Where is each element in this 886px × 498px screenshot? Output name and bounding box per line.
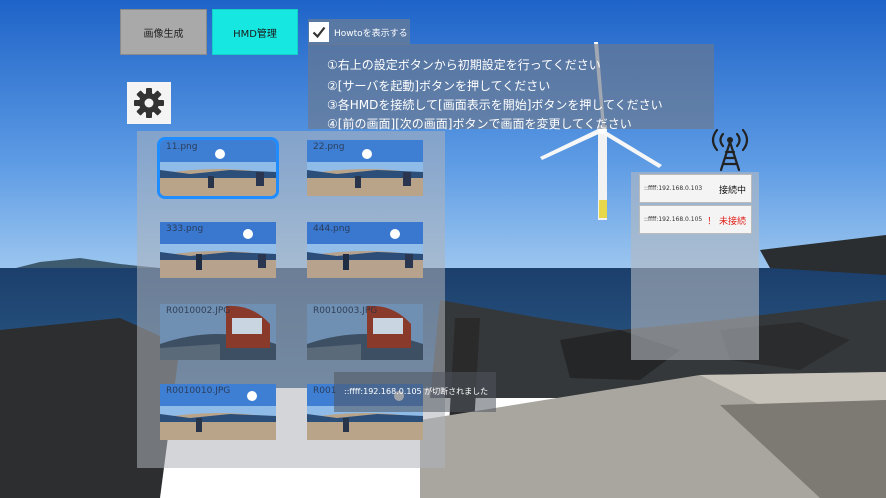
image-filename: 22.png <box>313 142 345 152</box>
instruction-line: ①右上の設定ボタンから初期設定を行ってください <box>327 58 601 72</box>
image-filename: R0010002.JPG <box>166 306 231 316</box>
tab-hmd-management-label: HMD管理 <box>233 28 277 40</box>
hmd-row[interactable]: ::ffff:192.168.0.103 接続中 <box>639 174 752 203</box>
tab-image-generation[interactable]: 画像生成 <box>120 9 207 55</box>
hmd-status: 接続中 <box>718 186 746 196</box>
howto-label: Howtoを表示する <box>334 28 408 39</box>
image-list-panel[interactable]: 11.png 22.png 333.png 444.png R0010002.J… <box>137 131 445 468</box>
image-filename: R0010010.JPG <box>166 386 231 396</box>
notification-text: ::ffff:192.168.0.105 が切断されました <box>344 387 489 396</box>
image-filename: R0010003.JPG <box>313 306 378 316</box>
image-filename: 11.png <box>166 142 198 152</box>
image-filename: R001 <box>313 386 337 396</box>
hmd-ip-address: ::ffff:192.168.0.105 <box>644 216 703 223</box>
image-thumbnail[interactable]: R0010003.JPG <box>307 304 423 360</box>
image-filename: 333.png <box>166 224 204 234</box>
hmd-row[interactable]: ::ffff:192.168.0.105 ！ 未接続 <box>639 205 752 234</box>
hmd-list-panel: ::ffff:192.168.0.103 接続中 ::ffff:192.168.… <box>631 172 759 360</box>
instruction-line: ④[前の画面][次の画面]ボタンで画面を変更してください <box>327 117 632 131</box>
instruction-line: ③各HMDを接続して[画面表示を開始]ボタンを押してください <box>327 98 663 112</box>
disconnect-notification: ::ffff:192.168.0.105 が切断されました <box>334 372 496 412</box>
tab-image-generation-label: 画像生成 <box>143 28 184 40</box>
howto-toggle[interactable]: Howtoを表示する <box>308 19 410 45</box>
settings-button[interactable] <box>127 82 171 124</box>
antenna-icon <box>711 128 749 172</box>
checkmark-icon <box>312 26 326 39</box>
tab-hmd-management[interactable]: HMD管理 <box>212 9 298 55</box>
gear-icon <box>134 88 164 118</box>
image-thumbnail[interactable]: 11.png <box>157 137 279 199</box>
hmd-ip-address: ::ffff:192.168.0.103 <box>644 185 703 192</box>
image-thumbnail[interactable]: 444.png <box>307 222 423 278</box>
image-thumbnail[interactable]: R0010002.JPG <box>160 304 276 360</box>
howto-checkbox[interactable] <box>309 22 329 42</box>
image-thumbnail[interactable]: 333.png <box>160 222 276 278</box>
howto-instructions-panel: ①右上の設定ボタンから初期設定を行ってください ②[サーバを起動]ボタンを押して… <box>308 44 714 131</box>
hmd-status: ！ 未接続 <box>707 217 746 227</box>
instruction-line: ②[サーバを起動]ボタンを押してください <box>327 79 551 93</box>
image-thumbnail[interactable]: R0010010.JPG <box>160 384 276 440</box>
image-filename: 444.png <box>313 224 351 234</box>
image-thumbnail[interactable]: 22.png <box>307 140 423 196</box>
